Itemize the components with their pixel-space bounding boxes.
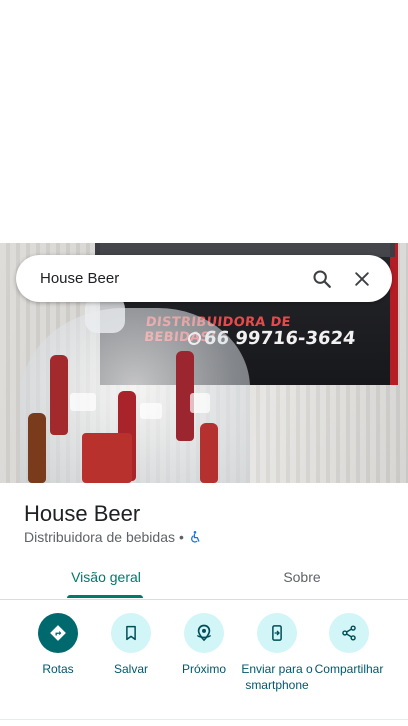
nearby-button[interactable]: Próximo bbox=[164, 613, 244, 677]
photo-bottle bbox=[50, 355, 68, 435]
nearby-icon bbox=[196, 624, 212, 642]
close-icon bbox=[355, 271, 369, 286]
active-tab-indicator bbox=[67, 595, 143, 598]
nearby-label: Próximo bbox=[181, 662, 226, 676]
search-input[interactable]: House Beer bbox=[40, 270, 302, 287]
directions-icon bbox=[50, 625, 66, 641]
send-to-phone-button[interactable]: Enviar para o smartphone bbox=[237, 613, 317, 693]
photo-bottle bbox=[200, 423, 218, 483]
photo-ice bbox=[190, 393, 210, 413]
place-name: House Beer bbox=[24, 501, 141, 526]
directions-circle[interactable] bbox=[38, 613, 78, 653]
top-blank-area bbox=[0, 0, 408, 243]
save-circle[interactable] bbox=[111, 613, 151, 653]
photo-bottle bbox=[28, 413, 46, 483]
nearby-circle[interactable] bbox=[184, 613, 224, 653]
share-button[interactable]: Compartilhar bbox=[309, 613, 389, 677]
send-to-phone-label: Enviar para o smartphone bbox=[241, 662, 313, 692]
save-label: Salvar bbox=[113, 662, 148, 676]
send-to-phone-circle[interactable] bbox=[257, 613, 297, 653]
photo-ice bbox=[70, 393, 96, 411]
share-circle[interactable] bbox=[329, 613, 369, 653]
send-to-phone-icon bbox=[272, 625, 282, 641]
photo-can-pack bbox=[82, 433, 132, 483]
save-button[interactable]: Salvar bbox=[91, 613, 171, 677]
place-subtitle: Distribuidora de bebidas • bbox=[24, 529, 202, 545]
bookmark-icon bbox=[126, 625, 136, 641]
search-bar[interactable]: House Beer bbox=[16, 255, 392, 302]
bottom-divider bbox=[0, 719, 408, 720]
close-button[interactable] bbox=[342, 259, 382, 299]
tab-overview[interactable]: Visão geral bbox=[0, 555, 212, 599]
subtitle-separator: • bbox=[178, 529, 184, 545]
directions-button[interactable]: Rotas bbox=[18, 613, 98, 677]
search-button[interactable] bbox=[302, 259, 342, 299]
share-label: Compartilhar bbox=[314, 662, 384, 676]
wheelchair-icon bbox=[190, 531, 200, 543]
share-icon bbox=[342, 625, 356, 641]
search-icon bbox=[313, 269, 331, 288]
tab-about[interactable]: Sobre bbox=[196, 555, 408, 599]
place-category[interactable]: Distribuidora de bebidas bbox=[24, 529, 175, 545]
directions-label: Rotas bbox=[42, 662, 74, 676]
place-tabs: Visão geral Sobre bbox=[0, 555, 408, 600]
photo-ice bbox=[140, 403, 162, 419]
